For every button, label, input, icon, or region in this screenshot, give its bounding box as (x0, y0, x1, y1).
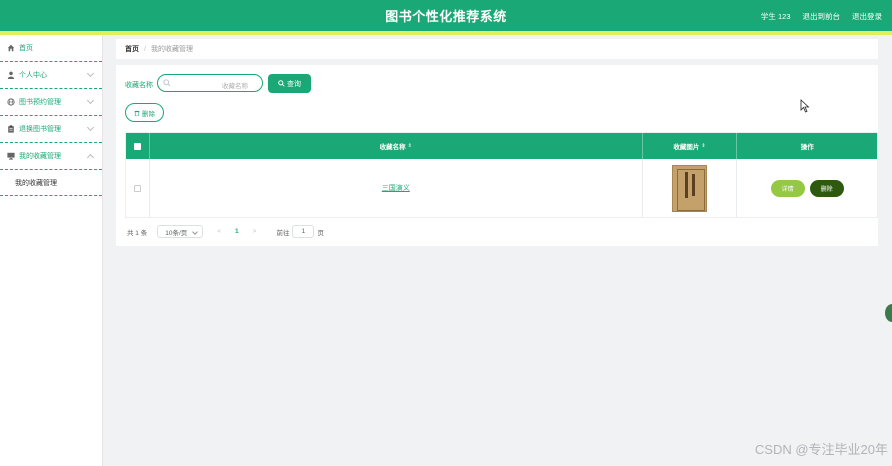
page-size-select[interactable]: 10条/页 (157, 225, 204, 238)
pagination: 共 1 条 10条/页 < 1 > 前往 1 页 (127, 225, 324, 238)
search-input[interactable]: 收藏名称 (157, 74, 263, 92)
breadcrumb-home[interactable]: 首页 (125, 44, 139, 54)
sidebar-subitem-my-favorites[interactable]: 我的收藏管理 (0, 170, 102, 196)
sidebar-item-label: 图书预约管理 (19, 99, 61, 106)
query-button-label: 查询 (287, 80, 301, 88)
detail-button[interactable]: 详情 (770, 179, 805, 197)
clipboard-icon (8, 125, 14, 133)
sidebar-item-personal-center[interactable]: 个人中心 (0, 62, 102, 89)
header-accent-bar (0, 31, 892, 35)
breadcrumb: 首页 / 我的收藏管理 (116, 39, 878, 59)
header-links: 学生 123 退出到前台 退出登录 (761, 11, 882, 22)
chevron-up-icon (86, 153, 95, 162)
back-to-front-link[interactable]: 退出到前台 (803, 11, 841, 22)
logout-link[interactable]: 退出登录 (852, 11, 882, 22)
row-delete-button[interactable]: 删除 (809, 179, 844, 197)
table-header: 收藏名称 ⇕ 收藏图片 ⇕ 操作 (126, 133, 877, 159)
column-header-image[interactable]: 收藏图片 ⇕ (643, 133, 738, 159)
sidebar-item-book-reservation[interactable]: 图书预约管理 (0, 89, 102, 116)
user-icon (7, 71, 15, 79)
chevron-down-icon (86, 69, 95, 78)
row-actions-cell: 详情 删除 (737, 159, 877, 217)
select-all-cell (126, 133, 150, 159)
book-cover-image (672, 164, 707, 212)
sidebar-item-my-favorites[interactable]: 我的收藏管理 (0, 143, 102, 170)
breadcrumb-separator: / (144, 45, 146, 53)
sidebar-item-label: 退换图书管理 (19, 126, 61, 133)
goto-label: 前往 (276, 229, 290, 237)
sidebar-item-book-return[interactable]: 退换图书管理 (0, 116, 102, 143)
prev-page-button[interactable]: < (217, 228, 221, 235)
app-title: 图书个性化推荐系统 (385, 9, 507, 24)
sidebar-item-label: 我的收藏管理 (19, 153, 61, 160)
chevron-down-icon (86, 96, 95, 105)
globe-icon (7, 98, 15, 106)
table-row: 三国演义 详情 删除 (126, 159, 877, 217)
next-page-button[interactable]: > (253, 228, 257, 235)
row-checkbox[interactable] (133, 184, 141, 192)
breadcrumb-current: 我的收藏管理 (150, 46, 193, 53)
sidebar-item-label: 个人中心 (19, 72, 47, 79)
search-label: 收藏名称 (125, 82, 153, 89)
batch-delete-button[interactable]: 删除 (125, 103, 164, 122)
search-placeholder: 收藏名称 (222, 83, 248, 90)
total-count: 共 1 条 (127, 229, 148, 237)
row-select-cell (126, 159, 150, 217)
sidebar-subitem-label: 我的收藏管理 (15, 179, 57, 187)
main-panel: 收藏名称 收藏名称 查询 删除 收藏名称 ⇕ 收藏图片 ⇕ 操作 三国演义 详情… (116, 65, 878, 246)
current-page-number[interactable]: 1 (235, 228, 239, 235)
search-icon (163, 79, 171, 87)
trash-icon (134, 110, 140, 116)
sidebar-item-label: 首页 (19, 45, 33, 52)
favorite-name[interactable]: 三国演义 (382, 183, 410, 193)
goto-unit: 页 (317, 229, 324, 237)
floating-button[interactable] (885, 304, 892, 322)
sort-icon: ⇕ (701, 143, 706, 149)
sidebar-item-home[interactable]: 首页 (0, 35, 102, 62)
search-icon (278, 80, 285, 87)
row-name-cell: 三国演义 (150, 159, 643, 217)
detail-button-label: 详情 (781, 186, 794, 193)
goto-page-input[interactable]: 1 (292, 225, 315, 238)
sidebar: 首页 个人中心 图书预约管理 退换图书管理 我的收藏管理 我的收藏管理 (0, 35, 103, 466)
query-button[interactable]: 查询 (268, 74, 311, 93)
watermark-text: CSDN @专注毕业20年 (754, 442, 888, 457)
row-image-cell (643, 159, 738, 217)
chevron-down-icon (192, 229, 199, 235)
favorites-table: 收藏名称 ⇕ 收藏图片 ⇕ 操作 三国演义 详情 删除 (125, 132, 878, 218)
row-delete-label: 删除 (820, 186, 833, 193)
chevron-down-icon (86, 123, 95, 132)
batch-delete-label: 删除 (142, 110, 155, 118)
current-user: 学生 123 (760, 12, 791, 21)
mouse-cursor-icon (800, 99, 810, 113)
monitor-icon (7, 152, 15, 160)
column-header-name[interactable]: 收藏名称 ⇕ (150, 133, 643, 159)
column-header-actions: 操作 (800, 144, 814, 151)
sort-icon: ⇕ (407, 143, 412, 149)
top-header: 图书个性化推荐系统 学生 123 退出到前台 退出登录 (0, 0, 892, 35)
home-icon (7, 44, 15, 52)
select-all-checkbox[interactable] (133, 142, 141, 150)
